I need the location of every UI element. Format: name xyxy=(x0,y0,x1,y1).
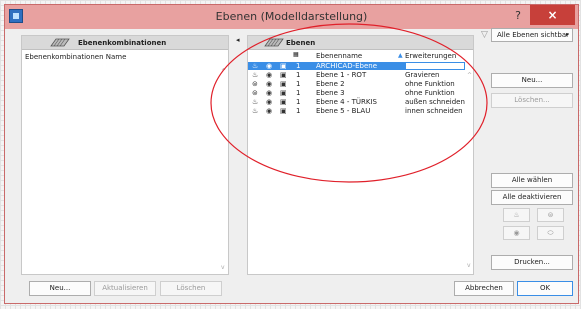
unlock-all-button[interactable]: ♨ xyxy=(503,208,530,222)
layer-name: Ebene 2 xyxy=(316,80,345,88)
layers-header: Ebenen xyxy=(248,36,473,50)
extension-field[interactable] xyxy=(405,62,465,70)
layer-name: Ebene 1 - ROT xyxy=(316,71,367,79)
layers-icon xyxy=(264,38,284,47)
scroll-up-icon[interactable]: ^ xyxy=(221,68,226,75)
new-combination-button[interactable]: Neu... xyxy=(29,281,91,296)
visible-eye-icon[interactable]: ◉ xyxy=(266,98,272,106)
scroll-down-icon[interactable]: v xyxy=(467,262,471,269)
layer-name-column[interactable]: Ebenenname xyxy=(316,52,362,60)
close-button[interactable]: × xyxy=(530,5,575,25)
help-button[interactable]: ? xyxy=(510,7,526,25)
layer-name: ARCHICAD-Ebene xyxy=(316,62,378,70)
collapse-left-icon[interactable]: ◂ xyxy=(236,36,240,44)
wireframe-icon[interactable]: ▣ xyxy=(280,98,287,106)
unlock-icon[interactable]: ♨ xyxy=(252,107,258,115)
layers-panel: Ebenen ▦ Ebenenname ▲ Erweiterungen ♨ ◉ … xyxy=(247,35,474,275)
visible-eye-icon[interactable]: ◉ xyxy=(266,62,272,70)
layer-extension[interactable]: ohne Funktion xyxy=(405,80,455,88)
show-all-button[interactable]: ◉ xyxy=(503,226,530,240)
window-title: Ebenen (Modelldarstellung) xyxy=(215,10,368,23)
layer-name: Ebene 5 - BLAU xyxy=(316,107,371,115)
visible-eye-icon[interactable]: ◉ xyxy=(266,89,272,97)
scroll-down-icon[interactable]: v xyxy=(221,264,225,271)
layer-extension[interactable]: innen schneiden xyxy=(405,107,463,115)
wireframe-all-button[interactable]: ⬭ xyxy=(537,226,564,240)
layers-dialog: Ebenen (Modelldarstellung) ? × Ebenenkom… xyxy=(4,4,579,304)
layer-combinations-title: Ebenenkombinationen xyxy=(78,39,167,47)
unlock-icon: ♨ xyxy=(513,211,520,219)
visible-eye-icon[interactable]: ◉ xyxy=(266,80,272,88)
layer-name: Ebene 3 xyxy=(316,89,345,97)
layer-row[interactable]: ♨ ◉ ▣ 1 ARCHICAD-Ebene xyxy=(248,62,473,70)
layer-row[interactable]: ⊜ ◉ ▣ 1 Ebene 2 ohne Funktion xyxy=(248,80,473,88)
layer-combinations-header: Ebenenkombinationen xyxy=(22,36,228,50)
scroll-up-icon[interactable]: ^ xyxy=(467,72,472,79)
delete-combination-button[interactable]: Löschen xyxy=(160,281,222,296)
layer-extension[interactable]: ohne Funktion xyxy=(405,89,455,97)
layer-row[interactable]: ♨ ◉ ▣ 1 Ebene 5 - BLAU innen schneiden xyxy=(248,107,473,115)
refresh-combination-button[interactable]: Aktualisieren xyxy=(94,281,156,296)
layer-list: ♨ ◉ ▣ 1 ARCHICAD-Ebene ♨ ◉ ▣ 1 Ebene 1 -… xyxy=(248,62,473,122)
visible-eye-icon[interactable]: ◉ xyxy=(266,71,272,79)
new-layer-button[interactable]: Neu... xyxy=(491,73,573,88)
layers-column-header: ▦ Ebenenname ▲ Erweiterungen xyxy=(248,51,473,61)
sort-ascending-icon[interactable]: ▲ xyxy=(398,52,403,59)
combination-list[interactable] xyxy=(22,62,228,274)
layer-extension[interactable]: außen schneiden xyxy=(405,98,465,106)
layer-row[interactable]: ♨ ◉ ▣ 1 Ebene 4 - TÜRKIS außen schneiden xyxy=(248,98,473,106)
delete-layer-button[interactable]: Löschen... xyxy=(491,93,573,108)
deactivate-all-button[interactable]: Alle deaktivieren xyxy=(491,190,573,205)
cancel-button[interactable]: Abbrechen xyxy=(454,281,514,296)
layers-title: Ebenen xyxy=(286,39,316,47)
filter-icon[interactable]: ▽ xyxy=(481,30,488,40)
layer-number: 1 xyxy=(296,80,301,88)
lock-icon[interactable]: ⊜ xyxy=(252,89,258,97)
visible-eye-icon: ◉ xyxy=(513,229,520,237)
solid-icon: ⬭ xyxy=(547,229,554,237)
layer-combination-icon xyxy=(50,38,70,47)
dropdown-arrow-icon: ▸ xyxy=(565,31,569,38)
wireframe-icon[interactable]: ▣ xyxy=(280,71,287,79)
layer-number: 1 xyxy=(296,107,301,115)
layer-combinations-panel: Ebenenkombinationen Ebenenkombinationen … xyxy=(21,35,229,275)
wireframe-icon[interactable]: ▣ xyxy=(280,62,287,70)
lock-icon: ⊜ xyxy=(547,211,554,219)
visibility-filter-label: Alle Ebenen sichtbar xyxy=(497,31,570,39)
wireframe-icon[interactable]: ▣ xyxy=(280,89,287,97)
layer-extension[interactable]: Gravieren xyxy=(405,71,439,79)
wireframe-icon[interactable]: ▣ xyxy=(280,80,287,88)
combination-name-column[interactable]: Ebenenkombinationen Name xyxy=(25,53,126,61)
layer-number: 1 xyxy=(296,71,301,79)
layer-row[interactable]: ♨ ◉ ▣ 1 Ebene 1 - ROT Gravieren xyxy=(248,71,473,79)
visibility-filter-dropdown[interactable]: Alle Ebenen sichtbar ▸ xyxy=(491,28,573,42)
layer-number: 1 xyxy=(296,98,301,106)
wireframe-icon[interactable]: ▣ xyxy=(280,107,287,115)
layer-number: 1 xyxy=(296,62,301,70)
lock-icon[interactable]: ⊜ xyxy=(252,80,258,88)
lock-all-button[interactable]: ⊜ xyxy=(537,208,564,222)
ok-button[interactable]: OK xyxy=(517,281,573,296)
extensions-column[interactable]: Erweiterungen xyxy=(405,52,456,60)
layer-row[interactable]: ⊜ ◉ ▣ 1 Ebene 3 ohne Funktion xyxy=(248,89,473,97)
unlock-icon[interactable]: ♨ xyxy=(252,62,258,70)
layer-number: 1 xyxy=(296,89,301,97)
unlock-icon[interactable]: ♨ xyxy=(252,71,258,79)
title-bar: Ebenen (Modelldarstellung) ? × xyxy=(5,5,578,29)
print-button[interactable]: Drucken... xyxy=(491,255,573,270)
unlock-icon[interactable]: ♨ xyxy=(252,98,258,106)
pen-column-icon[interactable]: ▦ xyxy=(293,51,299,58)
layer-name: Ebene 4 - TÜRKIS xyxy=(316,98,377,106)
visible-eye-icon[interactable]: ◉ xyxy=(266,107,272,115)
select-all-button[interactable]: Alle wählen xyxy=(491,173,573,188)
